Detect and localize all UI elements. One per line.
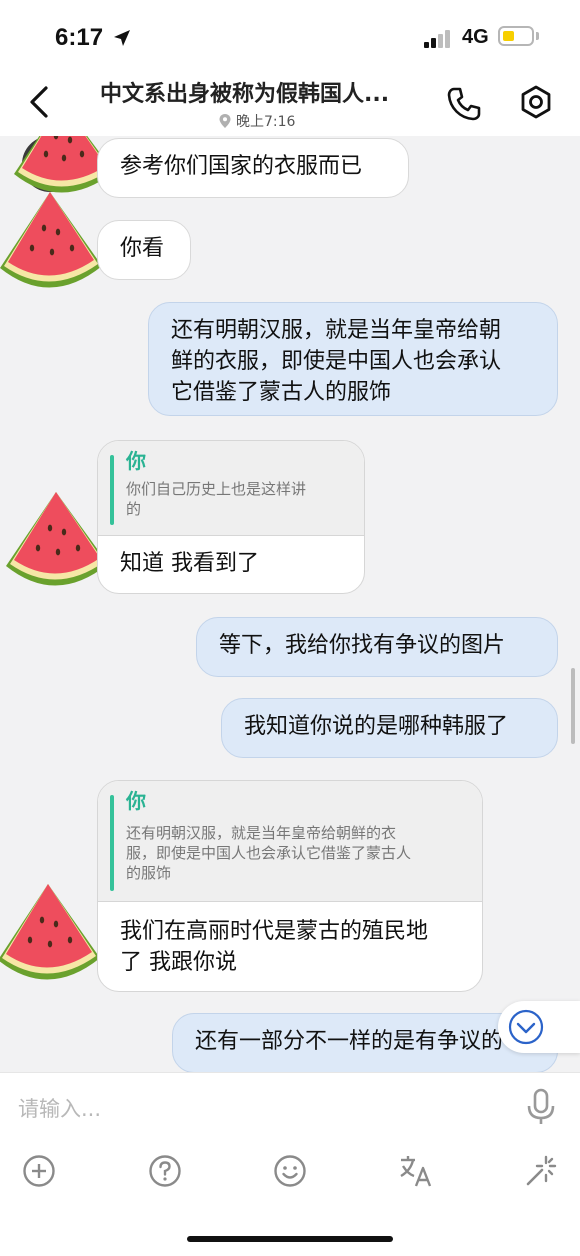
chat-subtitle: 晚上7:16 [218, 111, 295, 131]
message-line: 鲜的衣服，即使是中国人也会承认 [171, 349, 502, 374]
status-time: 6:17 [55, 24, 104, 51]
help-icon[interactable] [148, 1154, 182, 1188]
outgoing-message[interactable]: 等下，我给你找有争议的图片 [196, 617, 558, 677]
quoted-reply-message[interactable]: 你 还有明朝汉服，就是当年皇帝给朝鲜的衣 服，即使是中国人也会承认它借鉴了蒙古人… [97, 780, 483, 992]
quote-line: 的服饰 [126, 864, 172, 882]
watermelon-avatar [0, 884, 100, 980]
message-line: 还有明朝汉服，就是当年皇帝给朝 [171, 318, 502, 343]
battery-tip [536, 32, 539, 40]
emoji-icon[interactable] [273, 1154, 307, 1188]
last-seen-time: 晚上7:16 [236, 114, 296, 130]
scroll-down-icon [508, 1009, 544, 1045]
message-text: 还有一部分不一样的是有争议的 [195, 1029, 504, 1054]
quote-sender: 你 [126, 449, 146, 473]
message-text: 你看 [120, 236, 165, 261]
scrollbar[interactable] [571, 668, 575, 744]
location-arrow-icon [114, 30, 130, 46]
message-text: 我知道你说的是哪种韩服了 [244, 714, 509, 739]
message-text: 我们在高丽时代是蒙古的殖民地 了 我跟你说 [98, 902, 482, 991]
message-line: 我们在高丽时代是蒙古的殖民地 [120, 919, 429, 944]
add-icon[interactable] [22, 1154, 56, 1188]
quote-accent-bar [110, 455, 114, 525]
chat-title: 中文系出身被称为假韩国人... [100, 82, 390, 107]
message-text: 等下，我给你找有争议的图片 [219, 633, 506, 658]
outgoing-message[interactable]: 我知道你说的是哪种韩服了 [221, 698, 558, 758]
message-input[interactable] [18, 1092, 498, 1126]
message-text: 参考你们国家的衣服而已 [120, 154, 363, 179]
quote-text: 你们自己历史上也是这样讲 的 [126, 479, 350, 519]
incoming-message[interactable]: 参考你们国家的衣服而已 [97, 138, 409, 198]
message-line: 了 我跟你说 [120, 950, 237, 975]
quoted-message[interactable]: 你 你们自己历史上也是这样讲 的 [98, 441, 364, 536]
back-icon[interactable] [26, 84, 54, 120]
magic-icon[interactable] [524, 1154, 558, 1188]
signal-icon [424, 30, 450, 48]
watermelon-avatar [6, 492, 108, 586]
home-indicator[interactable] [187, 1236, 393, 1242]
quote-line: 你们自己历史上也是这样讲 [126, 480, 307, 498]
message-list[interactable]: 参考你们国家的衣服而已 你看 还有明朝汉服，就是当年皇帝给朝 鲜的衣服，即使是中… [0, 136, 580, 1072]
quote-text: 还有明朝汉服，就是当年皇帝给朝鲜的衣 服，即使是中国人也会承认它借鉴了蒙古人 的… [126, 823, 468, 883]
quote-sender: 你 [126, 789, 146, 813]
message-line: 它借鉴了蒙古人的服饰 [171, 380, 392, 405]
location-icon [219, 114, 231, 128]
quote-line: 的 [126, 500, 142, 518]
battery-icon [498, 26, 534, 46]
quote-line: 还有明朝汉服，就是当年皇帝给朝鲜的衣 [126, 824, 397, 842]
watermelon-avatar [0, 192, 102, 288]
microphone-icon[interactable] [526, 1088, 556, 1126]
incoming-message[interactable]: 你看 [97, 220, 191, 280]
phone-icon[interactable] [446, 86, 482, 122]
quote-line: 服，即使是中国人也会承认它借鉴了蒙古人 [126, 844, 412, 862]
quoted-reply-message[interactable]: 你 你们自己历史上也是这样讲 的 知道 我看到了 [97, 440, 365, 594]
network-label: 4G [462, 26, 489, 48]
scroll-to-bottom-button[interactable] [498, 1001, 580, 1053]
quoted-message[interactable]: 你 还有明朝汉服，就是当年皇帝给朝鲜的衣 服，即使是中国人也会承认它借鉴了蒙古人… [98, 781, 482, 902]
quote-accent-bar [110, 795, 114, 891]
message-text: 知道 我看到了 [120, 551, 259, 576]
settings-icon[interactable] [518, 84, 554, 120]
outgoing-message[interactable]: 还有明朝汉服，就是当年皇帝给朝 鲜的衣服，即使是中国人也会承认 它借鉴了蒙古人的… [148, 302, 558, 416]
translate-icon[interactable] [398, 1154, 434, 1188]
